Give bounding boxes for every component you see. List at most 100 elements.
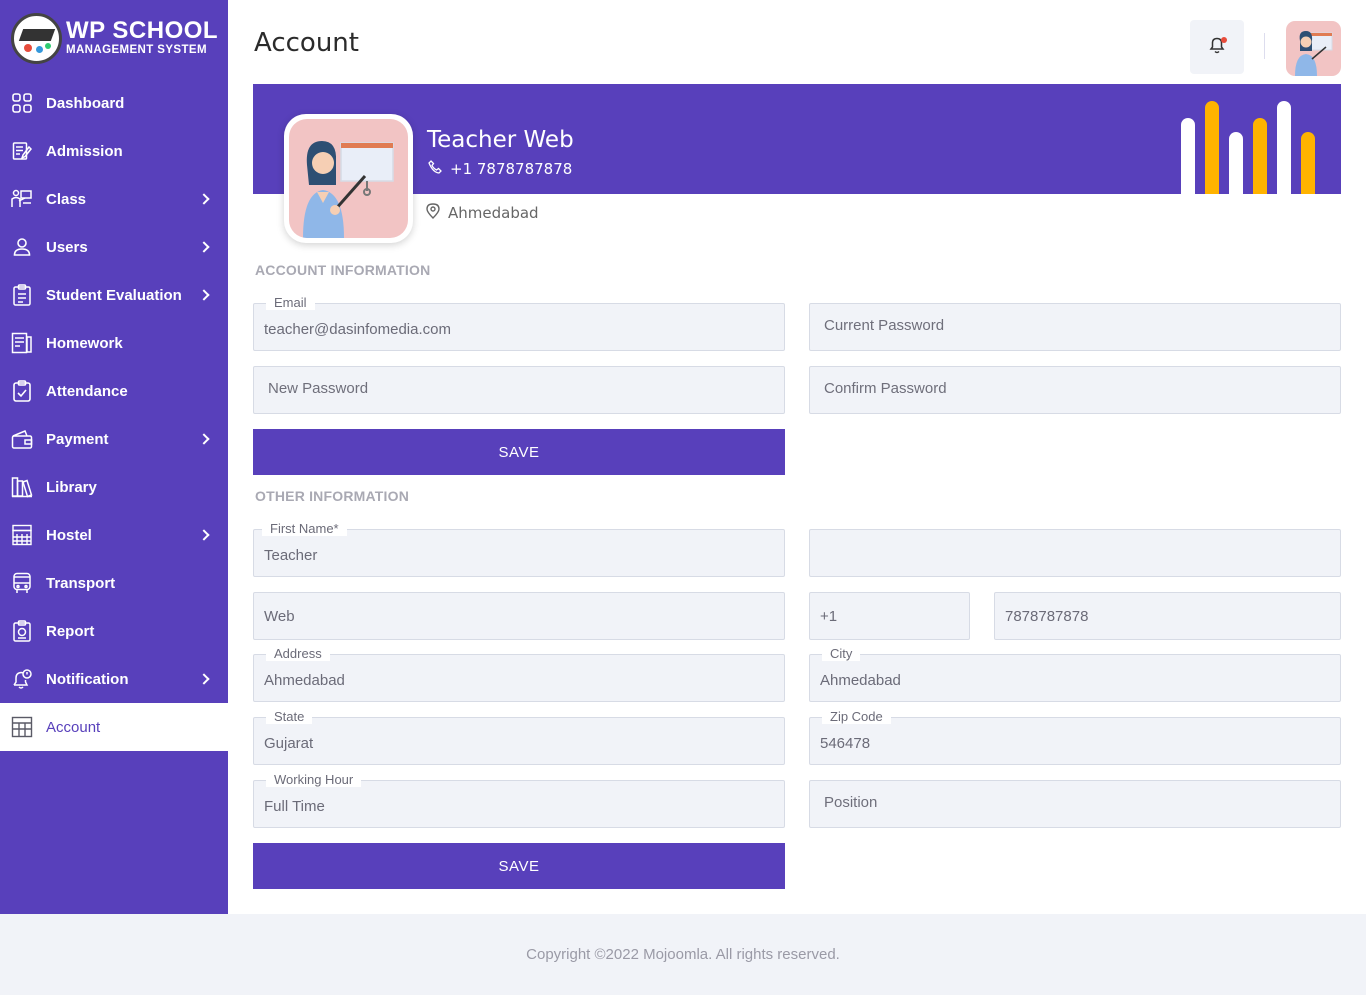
sidebar-item-dashboard[interactable]: Dashboard xyxy=(0,79,228,127)
admission-icon xyxy=(11,140,33,162)
homework-icon xyxy=(11,332,33,354)
profile-banner xyxy=(253,84,1341,194)
evaluation-icon xyxy=(11,284,33,306)
header-divider xyxy=(1264,33,1265,59)
middle-name-field[interactable] xyxy=(809,529,1341,577)
state-field[interactable]: State Gujarat xyxy=(253,710,785,765)
sidebar-item-label: Transport xyxy=(46,574,116,592)
decorative-bars xyxy=(1181,101,1315,194)
chevron-right-icon xyxy=(198,193,210,205)
profile-location: Ahmedabad xyxy=(426,203,539,223)
chevron-right-icon xyxy=(198,529,210,541)
school-logo xyxy=(11,12,62,64)
phone-number-field[interactable]: 7878787878 xyxy=(994,592,1341,640)
sidebar-item-label: Student Evaluation xyxy=(46,286,182,304)
save-account-button[interactable]: SAVE xyxy=(253,429,785,475)
sidebar-item-label: Users xyxy=(46,238,88,256)
user-avatar[interactable] xyxy=(1286,21,1341,76)
phone-number-value: 7878787878 xyxy=(1005,608,1089,625)
sidebar-item-label: Homework xyxy=(46,334,123,352)
sidebar-item-label: Dashboard xyxy=(46,94,125,112)
phone-icon xyxy=(428,160,442,178)
city-field[interactable]: City Ahmedabad xyxy=(809,647,1341,702)
sidebar-item-users[interactable]: Users xyxy=(0,223,228,271)
confirm-password-field[interactable]: Confirm Password xyxy=(809,366,1341,414)
brand-title: WP SCHOOL xyxy=(66,17,219,44)
notification-badge xyxy=(1221,37,1227,43)
sidebar-item-label: Hostel xyxy=(46,526,92,544)
chevron-right-icon xyxy=(198,433,210,445)
brand[interactable]: WP SCHOOL MANAGEMENT SYSTEM xyxy=(0,0,228,76)
sidebar-item-class[interactable]: Class xyxy=(0,175,228,223)
state-label: State xyxy=(266,710,313,724)
zip-code-field[interactable]: Zip Code 546478 xyxy=(809,710,1341,765)
location-pin-icon xyxy=(426,203,440,223)
working-hour-field[interactable]: Working Hour Full Time xyxy=(253,773,785,828)
sidebar-item-library[interactable]: Library xyxy=(0,463,228,511)
wallet-icon xyxy=(11,428,33,450)
sidebar-item-label: Library xyxy=(46,478,97,496)
first-name-label: First Name* xyxy=(262,522,347,536)
first-name-value: Teacher xyxy=(264,547,318,564)
library-icon xyxy=(11,476,33,498)
current-password-field[interactable]: Current Password xyxy=(809,303,1341,351)
current-password-placeholder: Current Password xyxy=(824,317,945,334)
email-value: teacher@dasinfomedia.com xyxy=(264,321,451,338)
sidebar-item-account[interactable]: Account xyxy=(0,703,228,751)
bus-icon xyxy=(11,572,33,594)
address-field[interactable]: Address Ahmedabad xyxy=(253,647,785,702)
city-label: City xyxy=(822,647,861,661)
sidebar-item-label: Notification xyxy=(46,670,129,688)
chevron-right-icon xyxy=(198,289,210,301)
email-field[interactable]: Email teacher@dasinfomedia.com xyxy=(253,296,785,351)
sidebar-item-label: Report xyxy=(46,622,95,640)
city-value: Ahmedabad xyxy=(820,672,901,689)
notification-button[interactable] xyxy=(1190,20,1244,74)
sidebar-item-label: Class xyxy=(46,190,87,208)
sidebar-item-notification[interactable]: Notification xyxy=(0,655,228,703)
chevron-right-icon xyxy=(198,673,210,685)
profile-phone: +1 7878787878 xyxy=(428,160,572,178)
brand-subtitle: MANAGEMENT SYSTEM xyxy=(66,44,207,56)
sidebar-item-hostel[interactable]: Hostel xyxy=(0,511,228,559)
sidebar-item-homework[interactable]: Homework xyxy=(0,319,228,367)
footer: Copyright ©2022 Mojoomla. All rights res… xyxy=(0,914,1366,995)
sidebar-item-admission[interactable]: Admission xyxy=(0,127,228,175)
sidebar-item-report[interactable]: Report xyxy=(0,607,228,655)
address-value: Ahmedabad xyxy=(264,672,345,689)
save-other-info-button[interactable]: SAVE xyxy=(253,843,785,889)
phone-code-value: +1 xyxy=(820,608,838,625)
sidebar-item-label: Attendance xyxy=(46,382,128,400)
working-hour-value: Full Time xyxy=(264,798,325,815)
first-name-field[interactable]: First Name* Teacher xyxy=(253,522,785,577)
confirm-password-placeholder: Confirm Password xyxy=(824,380,947,397)
sidebar-item-attendance[interactable]: Attendance xyxy=(0,367,228,415)
new-password-field[interactable]: New Password xyxy=(253,366,785,414)
dashboard-icon xyxy=(11,92,33,114)
position-placeholder: Position xyxy=(824,794,878,811)
address-label: Address xyxy=(266,647,330,661)
hostel-icon xyxy=(11,524,33,546)
last-name-field[interactable]: Web xyxy=(253,592,785,640)
account-information-heading: ACCOUNT INFORMATION xyxy=(255,262,431,278)
position-field[interactable]: Position xyxy=(809,780,1341,828)
email-label: Email xyxy=(266,296,315,310)
notification-icon xyxy=(11,668,33,690)
attendance-icon xyxy=(11,380,33,402)
other-information-heading: OTHER INFORMATION xyxy=(255,488,410,504)
zip-code-label: Zip Code xyxy=(822,710,891,724)
new-password-placeholder: New Password xyxy=(268,380,369,397)
sidebar-item-transport[interactable]: Transport xyxy=(0,559,228,607)
account-icon xyxy=(11,716,33,738)
profile-city-text: Ahmedabad xyxy=(448,204,539,222)
state-value: Gujarat xyxy=(264,735,314,752)
working-hour-label: Working Hour xyxy=(266,773,362,787)
profile-picture[interactable] xyxy=(284,114,413,243)
sidebar: WP SCHOOL MANAGEMENT SYSTEM Dashboard Ad… xyxy=(0,0,228,914)
sidebar-menu: Dashboard Admission Class Users Student … xyxy=(0,79,228,751)
phone-code-field[interactable]: +1 xyxy=(809,592,970,640)
copyright-text: Copyright ©2022 Mojoomla. All rights res… xyxy=(526,946,840,963)
sidebar-item-student-evaluation[interactable]: Student Evaluation xyxy=(0,271,228,319)
sidebar-item-payment[interactable]: Payment xyxy=(0,415,228,463)
class-icon xyxy=(11,188,33,210)
